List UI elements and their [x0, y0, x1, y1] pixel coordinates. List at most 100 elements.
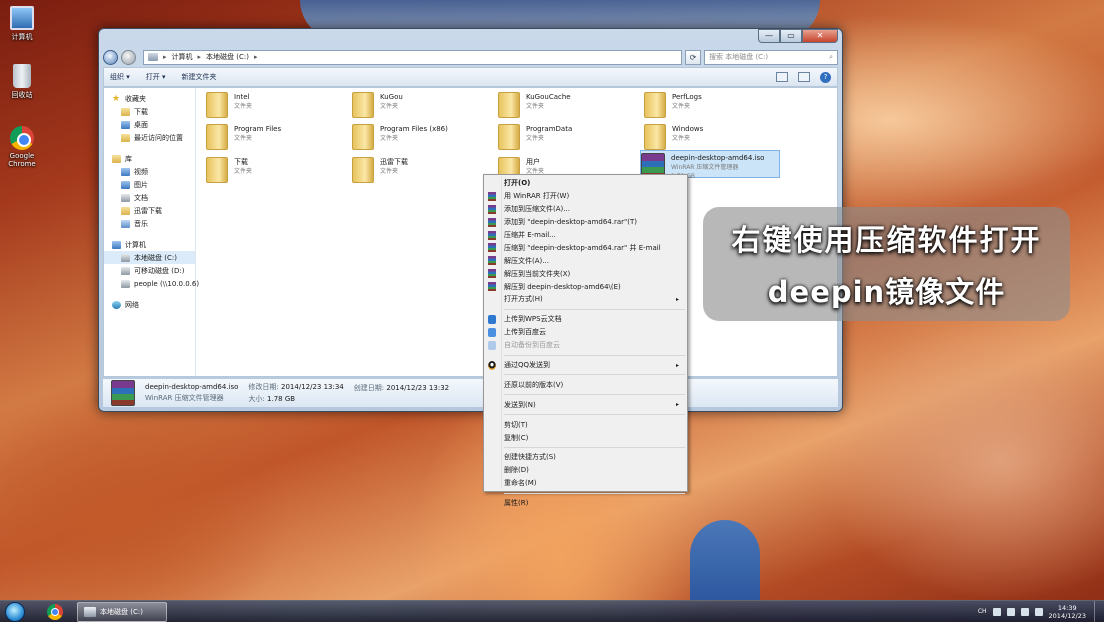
folder-icon: [121, 206, 130, 215]
caption-line-1: 右键使用压缩软件打开: [731, 223, 1042, 257]
nav-item-recent[interactable]: 最近访问的位置: [104, 131, 195, 144]
menu-separator: [504, 374, 685, 376]
menu-item-delete[interactable]: 删除(D): [484, 464, 687, 477]
nav-favorites[interactable]: ★ 收藏夹: [104, 92, 195, 105]
file-item-folder[interactable]: Program Files (x86) 文件夹: [352, 122, 492, 150]
search-input[interactable]: 搜索 本地磁盘 (C:) ⌕: [704, 49, 838, 65]
nav-item-music[interactable]: 音乐: [104, 217, 195, 230]
menu-item-create-shortcut[interactable]: 创建快捷方式(S): [484, 451, 687, 464]
start-button[interactable]: [5, 601, 25, 622]
nav-computer[interactable]: 计算机: [104, 238, 195, 251]
file-item-folder[interactable]: Windows 文件夹: [644, 122, 784, 150]
menu-item-cut[interactable]: 剪切(T): [484, 418, 687, 431]
baidu-cloud-icon: [488, 340, 496, 350]
nav-item-pictures[interactable]: 图片: [104, 178, 195, 191]
desktop-icon-label: 回收站: [11, 91, 33, 99]
menu-separator: [504, 447, 685, 449]
forward-button[interactable]: ›: [121, 49, 136, 65]
nav-item-thunder-downloads[interactable]: 迅雷下载: [104, 204, 195, 217]
organize-button[interactable]: 组织 ▾: [110, 72, 130, 82]
nav-item-desktop[interactable]: 桌面: [104, 118, 195, 131]
menu-item-extract-here[interactable]: 解压到当前文件夹(X): [484, 267, 687, 280]
nav-item-documents[interactable]: 文档: [104, 191, 195, 204]
menu-item-rename[interactable]: 重命名(M): [484, 477, 687, 490]
menu-item-add-to-archive[interactable]: 添加到压缩文件(A)...: [484, 203, 687, 216]
menu-item-extract-files[interactable]: 解压文件(A)...: [484, 254, 687, 267]
file-item-folder[interactable]: KuGou 文件夹: [352, 90, 492, 118]
desktop-icon-computer[interactable]: 计算机: [0, 6, 44, 42]
nav-item-downloads[interactable]: 下载: [104, 105, 195, 118]
file-name: ProgramData: [526, 125, 573, 133]
details-modified: 2014/12/23 13:34: [281, 383, 344, 391]
file-name: Program Files: [234, 125, 282, 133]
taskbar-task-label: 本地磁盘 (C:): [100, 607, 143, 616]
nav-libraries[interactable]: 库: [104, 152, 195, 165]
nav-label: 文档: [134, 193, 148, 202]
flag-icon[interactable]: [1006, 607, 1015, 616]
menu-item-add-to-rar[interactable]: 添加到 "deepin-desktop-amd64.rar"(T): [484, 216, 687, 229]
menu-item-upload-baidu[interactable]: 上传到百度云: [484, 326, 687, 339]
menu-item-properties[interactable]: 属性(R): [484, 497, 687, 510]
menu-item-open-with[interactable]: 打开方式(H) ▸: [484, 293, 687, 306]
help-icon[interactable]: ?: [820, 71, 831, 83]
menu-item-send-via-qq[interactable]: 通过QQ发送到 ▸: [484, 359, 687, 372]
nav-label: 下载: [134, 107, 148, 116]
menu-item-label: 通过QQ发送到: [504, 361, 551, 370]
keyboard-icon[interactable]: [992, 607, 1001, 616]
file-name: 用户: [526, 158, 540, 166]
back-button[interactable]: ‹: [103, 49, 118, 65]
nav-item-videos[interactable]: 视频: [104, 165, 195, 178]
menu-item-compress-rar-email[interactable]: 压缩到 "deepin-desktop-amd64.rar" 并 E-mail: [484, 241, 687, 254]
preview-pane-icon[interactable]: [798, 72, 810, 82]
menu-item-upload-wps[interactable]: 上传到WPS云文档: [484, 313, 687, 326]
view-options-icon[interactable]: [776, 72, 788, 82]
maximize-button[interactable]: ▭: [780, 29, 802, 43]
menu-item-restore-previous[interactable]: 还原以前的版本(V): [484, 378, 687, 391]
desktop-icon-chrome[interactable]: Google Chrome: [0, 126, 44, 168]
menu-item-label: 复制(C): [504, 433, 529, 442]
file-type: 文件夹: [234, 168, 253, 175]
minimize-button[interactable]: —: [758, 29, 780, 43]
clock[interactable]: 14:39 2014/12/23: [1049, 604, 1086, 620]
menu-item-extract-to-folder[interactable]: 解压到 deepin-desktop-amd64\(E): [484, 280, 687, 293]
volume-icon[interactable]: [1034, 607, 1043, 616]
nav-item-drive-c[interactable]: 本地磁盘 (C:): [104, 251, 195, 264]
clock-date: 2014/12/23: [1048, 611, 1086, 620]
new-folder-button[interactable]: 新建文件夹: [182, 72, 217, 82]
file-item-folder[interactable]: Program Files 文件夹: [206, 122, 346, 150]
desktop-icon-label: 计算机: [11, 33, 33, 41]
nav-item-network-share[interactable]: people (\\10.0.0.6): [104, 277, 199, 290]
breadcrumb-drive[interactable]: 本地磁盘 (C:): [206, 52, 249, 62]
file-item-folder[interactable]: Intel 文件夹: [206, 90, 346, 118]
nav-network[interactable]: 网络: [104, 298, 195, 311]
file-item-folder[interactable]: KuGouCache 文件夹: [498, 90, 638, 118]
file-item-folder[interactable]: PerfLogs 文件夹: [644, 90, 784, 118]
file-item-folder[interactable]: 下载 文件夹: [206, 155, 346, 183]
refresh-button[interactable]: ⟳: [685, 49, 701, 65]
file-type: 文件夹: [234, 103, 253, 110]
breadcrumb-computer[interactable]: 计算机: [172, 52, 193, 62]
desktop-icon-recycle-bin[interactable]: 回收站: [0, 64, 44, 100]
menu-item-label: 用 WinRAR 打开(W): [504, 192, 570, 201]
show-desktop-button[interactable]: [1094, 600, 1104, 622]
menu-item-send-to[interactable]: 发送到(N) ▸: [484, 398, 687, 411]
menu-item-label: 属性(R): [504, 499, 529, 508]
menu-item-label: 解压到当前文件夹(X): [504, 269, 571, 278]
menu-item-open[interactable]: 打开(O): [484, 177, 687, 190]
nav-item-drive-d[interactable]: 可移动磁盘 (D:): [104, 264, 195, 277]
open-button[interactable]: 打开 ▾: [146, 72, 166, 82]
file-item-folder[interactable]: 迅雷下载 文件夹: [352, 155, 492, 183]
menu-item-open-with-winrar[interactable]: 用 WinRAR 打开(W): [484, 190, 687, 203]
menu-item-compress-email[interactable]: 压缩并 E-mail...: [484, 229, 687, 242]
language-indicator[interactable]: CH: [978, 608, 987, 615]
search-placeholder: 搜索 本地磁盘 (C:): [709, 53, 769, 61]
close-button[interactable]: ✕: [802, 29, 838, 43]
address-bar[interactable]: ▸ 计算机 ▸ 本地磁盘 (C:) ▸: [143, 49, 682, 65]
file-type: 文件夹: [380, 135, 399, 142]
network-icon[interactable]: [1020, 607, 1029, 616]
taskbar-explorer-task[interactable]: 本地磁盘 (C:): [77, 601, 167, 622]
file-item-folder[interactable]: ProgramData 文件夹: [498, 122, 638, 150]
menu-item-copy[interactable]: 复制(C): [484, 431, 687, 444]
taskbar-chrome[interactable]: [39, 602, 71, 622]
folder-icon: [352, 92, 374, 118]
